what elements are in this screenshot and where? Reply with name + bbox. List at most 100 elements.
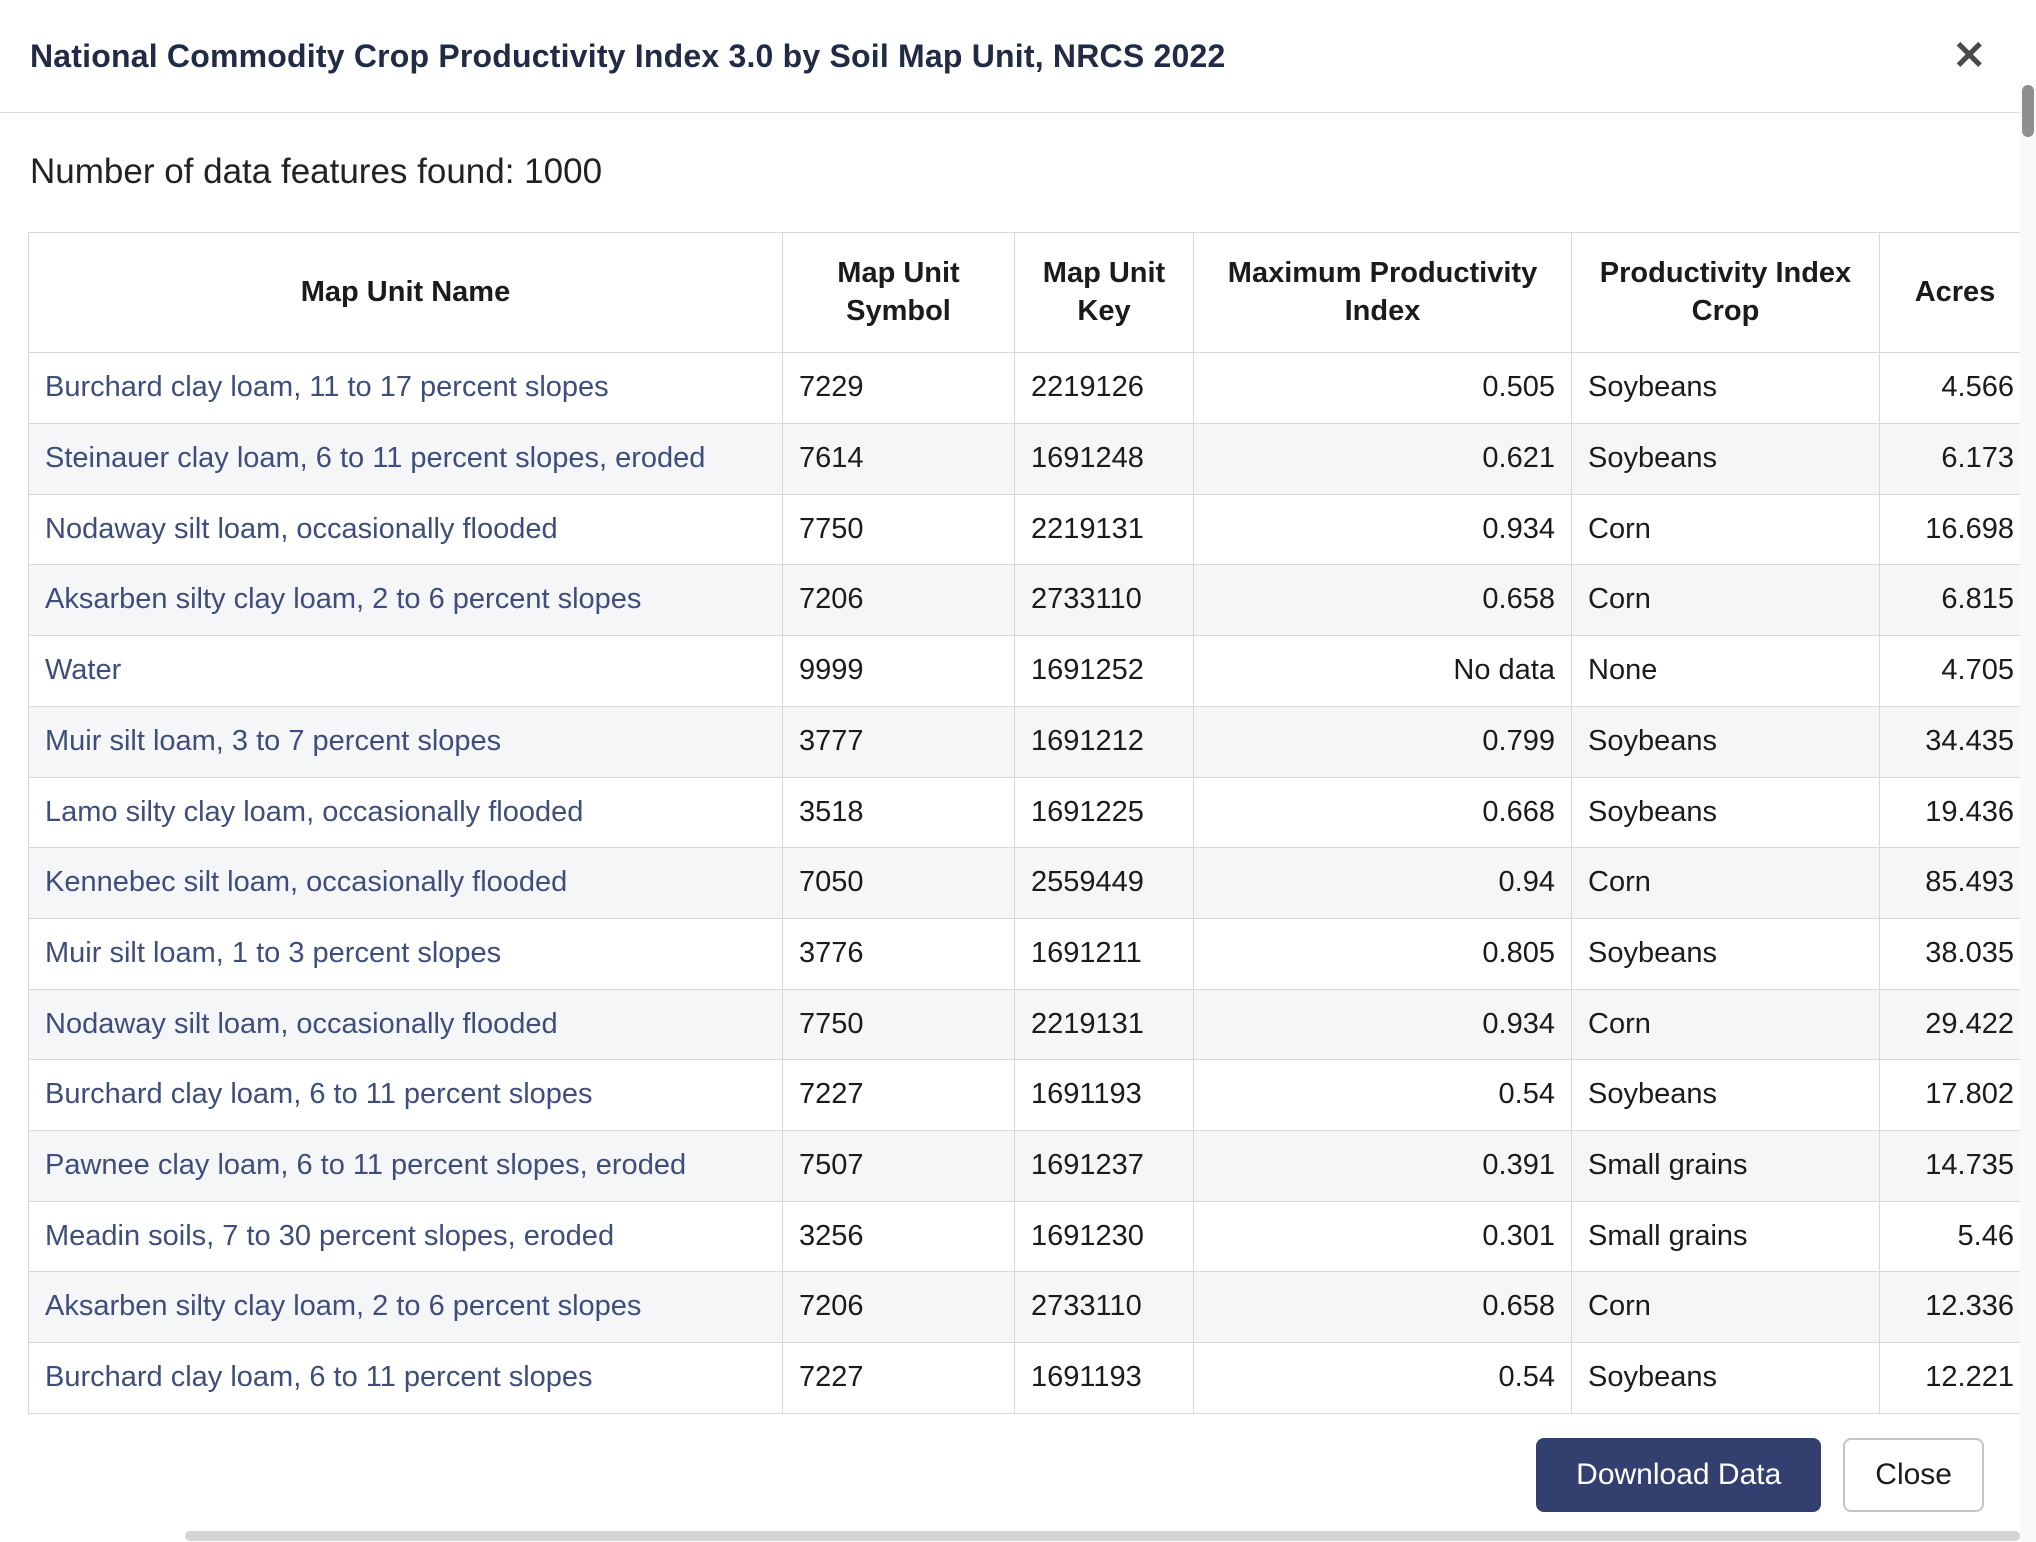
table-row: Aksarben silty clay loam, 2 to 6 percent… — [28, 1271, 2020, 1343]
cell-acres: 34.435 — [1879, 705, 2020, 778]
cell-max-productivity-index: 0.658 — [1193, 564, 1572, 637]
cell-map-unit-name: Kennebec silt loam, occasionally flooded — [28, 847, 783, 919]
cell-productivity-index-crop: Soybeans — [1571, 352, 1880, 425]
column-header: Maximum Productivity Index — [1193, 231, 1572, 354]
features-count: Number of data features found: 1000 — [30, 152, 603, 191]
cell-acres: 4.566 — [1879, 352, 2020, 425]
map-unit-name-link[interactable]: Aksarben silty clay loam, 2 to 6 percent… — [45, 583, 641, 615]
column-header: Map Unit Name — [28, 231, 783, 354]
cell-map-unit-symbol: 3256 — [782, 1200, 1015, 1273]
cell-productivity-index-crop: Small grains — [1571, 1200, 1880, 1273]
cell-map-unit-symbol: 3776 — [782, 917, 1015, 990]
modal-title: National Commodity Crop Productivity Ind… — [30, 37, 1226, 74]
close-button[interactable]: Close — [1843, 1438, 1984, 1512]
cell-productivity-index-crop: Corn — [1571, 1271, 1880, 1343]
cell-acres: 6.815 — [1879, 564, 2020, 637]
map-unit-name-link[interactable]: Burchard clay loam, 6 to 11 percent slop… — [45, 1078, 593, 1110]
table-row: Muir silt loam, 1 to 3 percent slopes 377… — [28, 917, 2020, 990]
map-unit-name-link[interactable]: Lamo silty clay loam, occasionally flood… — [45, 796, 583, 828]
cell-map-unit-symbol: 7227 — [782, 1342, 1015, 1414]
table-row: Lamo silty clay loam, occasionally flood… — [28, 776, 2020, 849]
soil-map-unit-table: Map Unit Name Map Unit Symbol Map Unit Key… — [28, 231, 2020, 1414]
download-data-button[interactable]: Download Data — [1536, 1438, 1822, 1512]
cell-max-productivity-index: No data — [1193, 635, 1572, 707]
cell-max-productivity-index: 0.934 — [1193, 988, 1572, 1061]
map-unit-name-link[interactable]: Pawnee clay loam, 6 to 11 percent slopes… — [45, 1149, 686, 1181]
table-row: Water 9999 1691252 No data None 4.705 — [28, 635, 2020, 707]
cell-map-unit-symbol: 7227 — [782, 1059, 1015, 1131]
table-row: Burchard clay loam, 11 to 17 percent slo… — [28, 352, 2020, 425]
cell-acres: 38.035 — [1879, 917, 2020, 990]
map-unit-name-link[interactable]: Nodaway silt loam, occasionally flooded — [45, 1008, 558, 1040]
cell-productivity-index-crop: Soybeans — [1571, 1059, 1880, 1131]
cell-map-unit-key: 2559449 — [1014, 847, 1194, 919]
cell-map-unit-symbol: 7614 — [782, 423, 1015, 495]
column-header: Map Unit Key — [1014, 231, 1194, 354]
map-unit-name-link[interactable]: Burchard clay loam, 11 to 17 percent slo… — [45, 371, 609, 403]
cell-map-unit-symbol: 7206 — [782, 564, 1015, 637]
cell-map-unit-name: Water — [28, 635, 783, 707]
horizontal-scrollbar[interactable] — [0, 1530, 2020, 1542]
cell-acres: 12.221 — [1879, 1342, 2020, 1414]
cell-productivity-index-crop: Small grains — [1571, 1129, 1880, 1202]
cell-max-productivity-index: 0.391 — [1193, 1129, 1572, 1202]
cell-acres: 5.46 — [1879, 1200, 2020, 1273]
modal-header: National Commodity Crop Productivity Ind… — [0, 0, 2036, 113]
cell-acres: 12.336 — [1879, 1271, 2020, 1343]
map-unit-name-link[interactable]: Aksarben silty clay loam, 2 to 6 percent… — [45, 1290, 641, 1322]
cell-acres: 16.698 — [1879, 493, 2020, 566]
map-unit-name-link[interactable]: Kennebec silt loam, occasionally flooded — [45, 866, 567, 898]
cell-map-unit-name: Nodaway silt loam, occasionally flooded — [28, 988, 783, 1061]
horizontal-scrollbar-thumb[interactable] — [185, 1531, 2020, 1541]
cell-map-unit-name: Steinauer clay loam, 6 to 11 percent slo… — [28, 423, 783, 495]
cell-max-productivity-index: 0.621 — [1193, 423, 1572, 495]
cell-productivity-index-crop: Corn — [1571, 493, 1880, 566]
table-row: Nodaway silt loam, occasionally flooded 7… — [28, 493, 2020, 566]
cell-map-unit-name: Lamo silty clay loam, occasionally flood… — [28, 776, 783, 849]
map-unit-name-link[interactable]: Steinauer clay loam, 6 to 11 percent slo… — [45, 442, 705, 474]
cell-map-unit-key: 2219126 — [1014, 352, 1194, 425]
table-row: Aksarben silty clay loam, 2 to 6 percent… — [28, 564, 2020, 637]
cell-map-unit-symbol: 7750 — [782, 493, 1015, 566]
cell-map-unit-key: 1691193 — [1014, 1059, 1194, 1131]
map-unit-name-link[interactable]: Burchard clay loam, 6 to 11 percent slop… — [45, 1361, 593, 1393]
cell-map-unit-symbol: 7229 — [782, 352, 1015, 425]
cell-acres: 4.705 — [1879, 635, 2020, 707]
table-row: Muir silt loam, 3 to 7 percent slopes 377… — [28, 705, 2020, 778]
cell-productivity-index-crop: None — [1571, 635, 1880, 707]
cell-max-productivity-index: 0.799 — [1193, 705, 1572, 778]
cell-max-productivity-index: 0.54 — [1193, 1342, 1572, 1414]
cell-productivity-index-crop: Corn — [1571, 988, 1880, 1061]
cell-max-productivity-index: 0.301 — [1193, 1200, 1572, 1273]
vertical-scrollbar[interactable] — [2020, 80, 2036, 1542]
cell-acres: 29.422 — [1879, 988, 2020, 1061]
table-row: Pawnee clay loam, 6 to 11 percent slopes… — [28, 1129, 2020, 1202]
map-unit-name-link[interactable]: Meadin soils, 7 to 30 percent slopes, er… — [45, 1220, 614, 1252]
cell-acres: 85.493 — [1879, 847, 2020, 919]
modal-body: Number of data features found: 1000 Map … — [0, 114, 2020, 1542]
cell-map-unit-key: 1691252 — [1014, 635, 1194, 707]
cell-map-unit-symbol: 7050 — [782, 847, 1015, 919]
cell-map-unit-key: 1691225 — [1014, 776, 1194, 849]
table-row: Burchard clay loam, 6 to 11 percent slop… — [28, 1059, 2020, 1131]
cell-map-unit-symbol: 9999 — [782, 635, 1015, 707]
map-unit-name-link[interactable]: Muir silt loam, 1 to 3 percent slopes — [45, 937, 501, 969]
cell-map-unit-key: 1691237 — [1014, 1129, 1194, 1202]
modal-footer: Download Data Close — [0, 1420, 2020, 1530]
table-row: Meadin soils, 7 to 30 percent slopes, er… — [28, 1200, 2020, 1273]
cell-map-unit-name: Aksarben silty clay loam, 2 to 6 percent… — [28, 564, 783, 637]
map-unit-name-link[interactable]: Muir silt loam, 3 to 7 percent slopes — [45, 725, 501, 757]
cell-productivity-index-crop: Corn — [1571, 564, 1880, 637]
cell-map-unit-name: Meadin soils, 7 to 30 percent slopes, er… — [28, 1200, 783, 1273]
cell-map-unit-key: 2733110 — [1014, 564, 1194, 637]
cell-max-productivity-index: 0.94 — [1193, 847, 1572, 919]
cell-max-productivity-index: 0.668 — [1193, 776, 1572, 849]
close-icon[interactable]: ✕ — [1942, 32, 1996, 80]
map-unit-name-link[interactable]: Water — [45, 654, 121, 686]
cell-acres: 17.802 — [1879, 1059, 2020, 1131]
cell-productivity-index-crop: Soybeans — [1571, 1342, 1880, 1414]
vertical-scrollbar-thumb[interactable] — [2022, 85, 2034, 137]
column-header: Productivity Index Crop — [1571, 231, 1880, 354]
cell-acres: 19.436 — [1879, 776, 2020, 849]
map-unit-name-link[interactable]: Nodaway silt loam, occasionally flooded — [45, 513, 558, 545]
